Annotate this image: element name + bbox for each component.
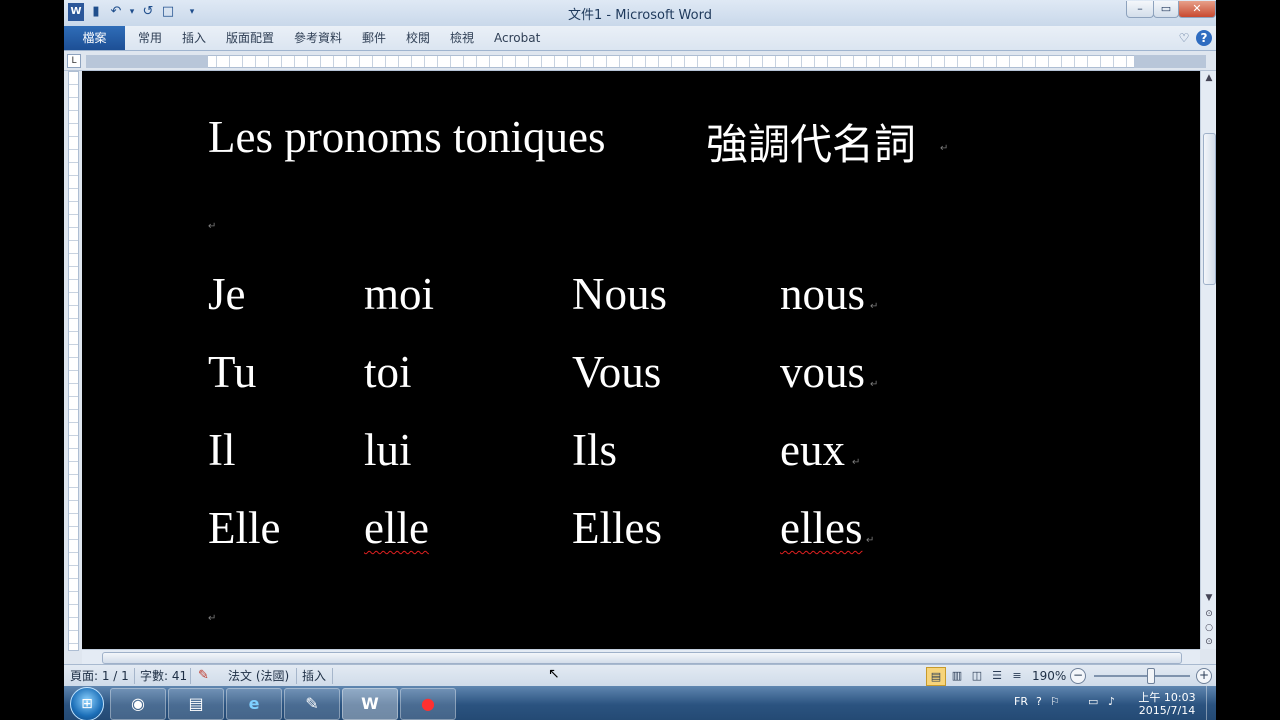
pronoun-tonic-plural: eux xyxy=(780,425,845,475)
horizontal-ruler[interactable]: L xyxy=(64,51,1216,71)
tab-acrobat[interactable]: Acrobat xyxy=(494,26,540,50)
tab-home[interactable]: 常用 xyxy=(138,26,162,50)
maximize-button[interactable]: ▭ xyxy=(1153,1,1179,18)
start-button[interactable]: ⊞ xyxy=(70,687,104,720)
vertical-ruler-scale xyxy=(68,71,79,651)
mouse-cursor-icon: ↖ xyxy=(548,666,560,682)
zoom-in-button[interactable]: + xyxy=(1196,668,1212,684)
status-divider xyxy=(296,668,297,684)
minimize-button[interactable]: – xyxy=(1126,1,1154,18)
paragraph-mark: ↵ xyxy=(852,457,861,468)
next-page-icon[interactable]: ⊙ xyxy=(1202,635,1216,649)
paragraph-mark: ↵ xyxy=(870,379,879,390)
ruler-left-margin[interactable] xyxy=(86,55,208,68)
status-divider xyxy=(190,668,191,684)
insert-mode[interactable]: 插入 xyxy=(302,668,326,684)
status-divider xyxy=(134,668,135,684)
paragraph-mark: ↵ xyxy=(870,301,879,312)
previous-page-icon[interactable]: ⊙ xyxy=(1202,607,1216,621)
tab-insert[interactable]: 插入 xyxy=(182,26,206,50)
ribbon-tabs: 檔案 常用 插入 版面配置 參考資料 郵件 校閱 檢視 Acrobat ♡ ? xyxy=(64,26,1216,51)
full-screen-reading-icon[interactable]: ▥ xyxy=(948,667,966,684)
ruler-scale xyxy=(86,55,1206,68)
web-layout-icon[interactable]: ◫ xyxy=(968,667,986,684)
zoom-slider-track[interactable] xyxy=(1094,675,1190,677)
pronoun-tonic: toi xyxy=(364,347,412,397)
window-title: 文件1 - Microsoft Word xyxy=(568,8,712,23)
chrome-taskbar-icon[interactable]: ◉ xyxy=(110,688,166,720)
tab-page-layout[interactable]: 版面配置 xyxy=(226,26,274,50)
tab-review[interactable]: 校閱 xyxy=(406,26,430,50)
pronoun-tonic: lui xyxy=(364,425,412,475)
tab-view[interactable]: 檢視 xyxy=(450,26,474,50)
tab-mailings[interactable]: 郵件 xyxy=(362,26,386,50)
pronoun-subject: Elle xyxy=(208,503,281,553)
paragraph-mark: ↵ xyxy=(940,143,949,154)
zoom-out-button[interactable]: − xyxy=(1070,668,1086,684)
vertical-scrollbar[interactable]: ▲ ▼ ⊙ ○ ⊙ xyxy=(1200,71,1216,649)
help-tray-icon[interactable]: ? xyxy=(1036,695,1042,708)
volume-tray-icon[interactable]: ♪ xyxy=(1108,695,1115,708)
paragraph-mark: ↵ xyxy=(208,613,217,624)
tab-selector[interactable]: L xyxy=(67,54,81,68)
outline-view-icon[interactable]: ☰ xyxy=(988,667,1006,684)
pronoun-tonic-plural-misspelled: elles xyxy=(780,503,863,553)
zoom-level[interactable]: 190% xyxy=(1032,668,1066,684)
document-title: Les pronoms toniques xyxy=(208,112,606,162)
show-desktop-button[interactable] xyxy=(1206,686,1216,720)
scroll-up-icon[interactable]: ▲ xyxy=(1202,71,1216,85)
left-letterbox xyxy=(0,0,64,720)
language-indicator[interactable]: 法文 (法國) xyxy=(228,668,289,684)
word-taskbar-icon[interactable]: W xyxy=(342,688,398,720)
ribbon-minimize-icon[interactable]: ♡ xyxy=(1176,30,1192,46)
windows-taskbar: ⊞ ◉ ▤ e ✎ W ● FR ? ⚐ ▭ ♪ 上午 10:03 2015/7… xyxy=(64,686,1216,720)
ruler-right-margin[interactable] xyxy=(1134,55,1206,68)
right-letterbox xyxy=(1216,0,1280,720)
tab-references[interactable]: 參考資料 xyxy=(294,26,342,50)
status-bar: 頁面: 1 / 1 字數: 41 ✎ 法文 (法國) 插入 ▤ ▥ ◫ ☰ ≡ … xyxy=(64,664,1216,687)
pronoun-subject: Je xyxy=(208,269,246,319)
draft-view-icon[interactable]: ≡ xyxy=(1008,667,1026,684)
pronoun-tonic-plural: nous xyxy=(780,269,866,319)
close-button[interactable]: ✕ xyxy=(1178,1,1216,18)
explorer-taskbar-icon[interactable]: ▤ xyxy=(168,688,224,720)
vertical-scroll-thumb[interactable] xyxy=(1203,133,1216,285)
help-icon[interactable]: ? xyxy=(1196,30,1212,46)
title-bar: W ▮ ↶ ▾ ↺ □ ▾ 文件1 - Microsoft Word – ▭ ✕ xyxy=(64,0,1216,26)
pronoun-tonic-plural: vous xyxy=(780,347,866,397)
vertical-ruler[interactable] xyxy=(64,71,80,651)
power-tray-icon[interactable]: ▭ xyxy=(1088,695,1098,708)
pronoun-tonic: moi xyxy=(364,269,435,319)
clock-time[interactable]: 上午 10:03 xyxy=(1132,689,1202,705)
pronoun-subject-plural: Vous xyxy=(572,347,662,397)
scroll-down-icon[interactable]: ▼ xyxy=(1202,591,1216,605)
microphone-taskbar-icon[interactable]: ✎ xyxy=(284,688,340,720)
pronoun-subject-plural: Ils xyxy=(572,425,617,475)
pronoun-subject: Il xyxy=(208,425,236,475)
word-count[interactable]: 字數: 41 xyxy=(140,668,187,684)
recorder-taskbar-icon[interactable]: ● xyxy=(400,688,456,720)
document-title-chinese: 強調代名詞 xyxy=(706,120,917,169)
input-language[interactable]: FR xyxy=(1014,695,1028,708)
tab-file[interactable]: 檔案 xyxy=(64,26,125,50)
word-window: W ▮ ↶ ▾ ↺ □ ▾ 文件1 - Microsoft Word – ▭ ✕… xyxy=(64,0,1216,720)
network-tray-icon[interactable]: ⚐ xyxy=(1050,695,1060,708)
pronoun-tonic-misspelled: elle xyxy=(364,503,429,553)
print-layout-view-icon[interactable]: ▤ xyxy=(926,667,946,686)
pronoun-subject: Tu xyxy=(208,347,257,397)
paragraph-mark: ↵ xyxy=(866,535,875,546)
clock-date[interactable]: 2015/7/14 xyxy=(1132,704,1202,717)
pronoun-subject-plural: Nous xyxy=(572,269,668,319)
status-divider xyxy=(332,668,333,684)
page-count[interactable]: 頁面: 1 / 1 xyxy=(70,668,129,684)
document-page[interactable]: Les pronoms toniques 強調代名詞 ↵ ↵ Je moi No… xyxy=(82,71,1200,649)
zoom-slider-thumb[interactable] xyxy=(1147,668,1155,684)
pronoun-subject-plural: Elles xyxy=(572,503,662,553)
horizontal-scrollbar[interactable] xyxy=(82,649,1200,665)
internet-explorer-taskbar-icon[interactable]: e xyxy=(226,688,282,720)
select-browse-object-icon[interactable]: ○ xyxy=(1202,621,1216,635)
paragraph-mark: ↵ xyxy=(208,221,217,232)
proofing-icon[interactable]: ✎ xyxy=(198,668,209,684)
horizontal-scroll-thumb[interactable] xyxy=(102,652,1182,664)
